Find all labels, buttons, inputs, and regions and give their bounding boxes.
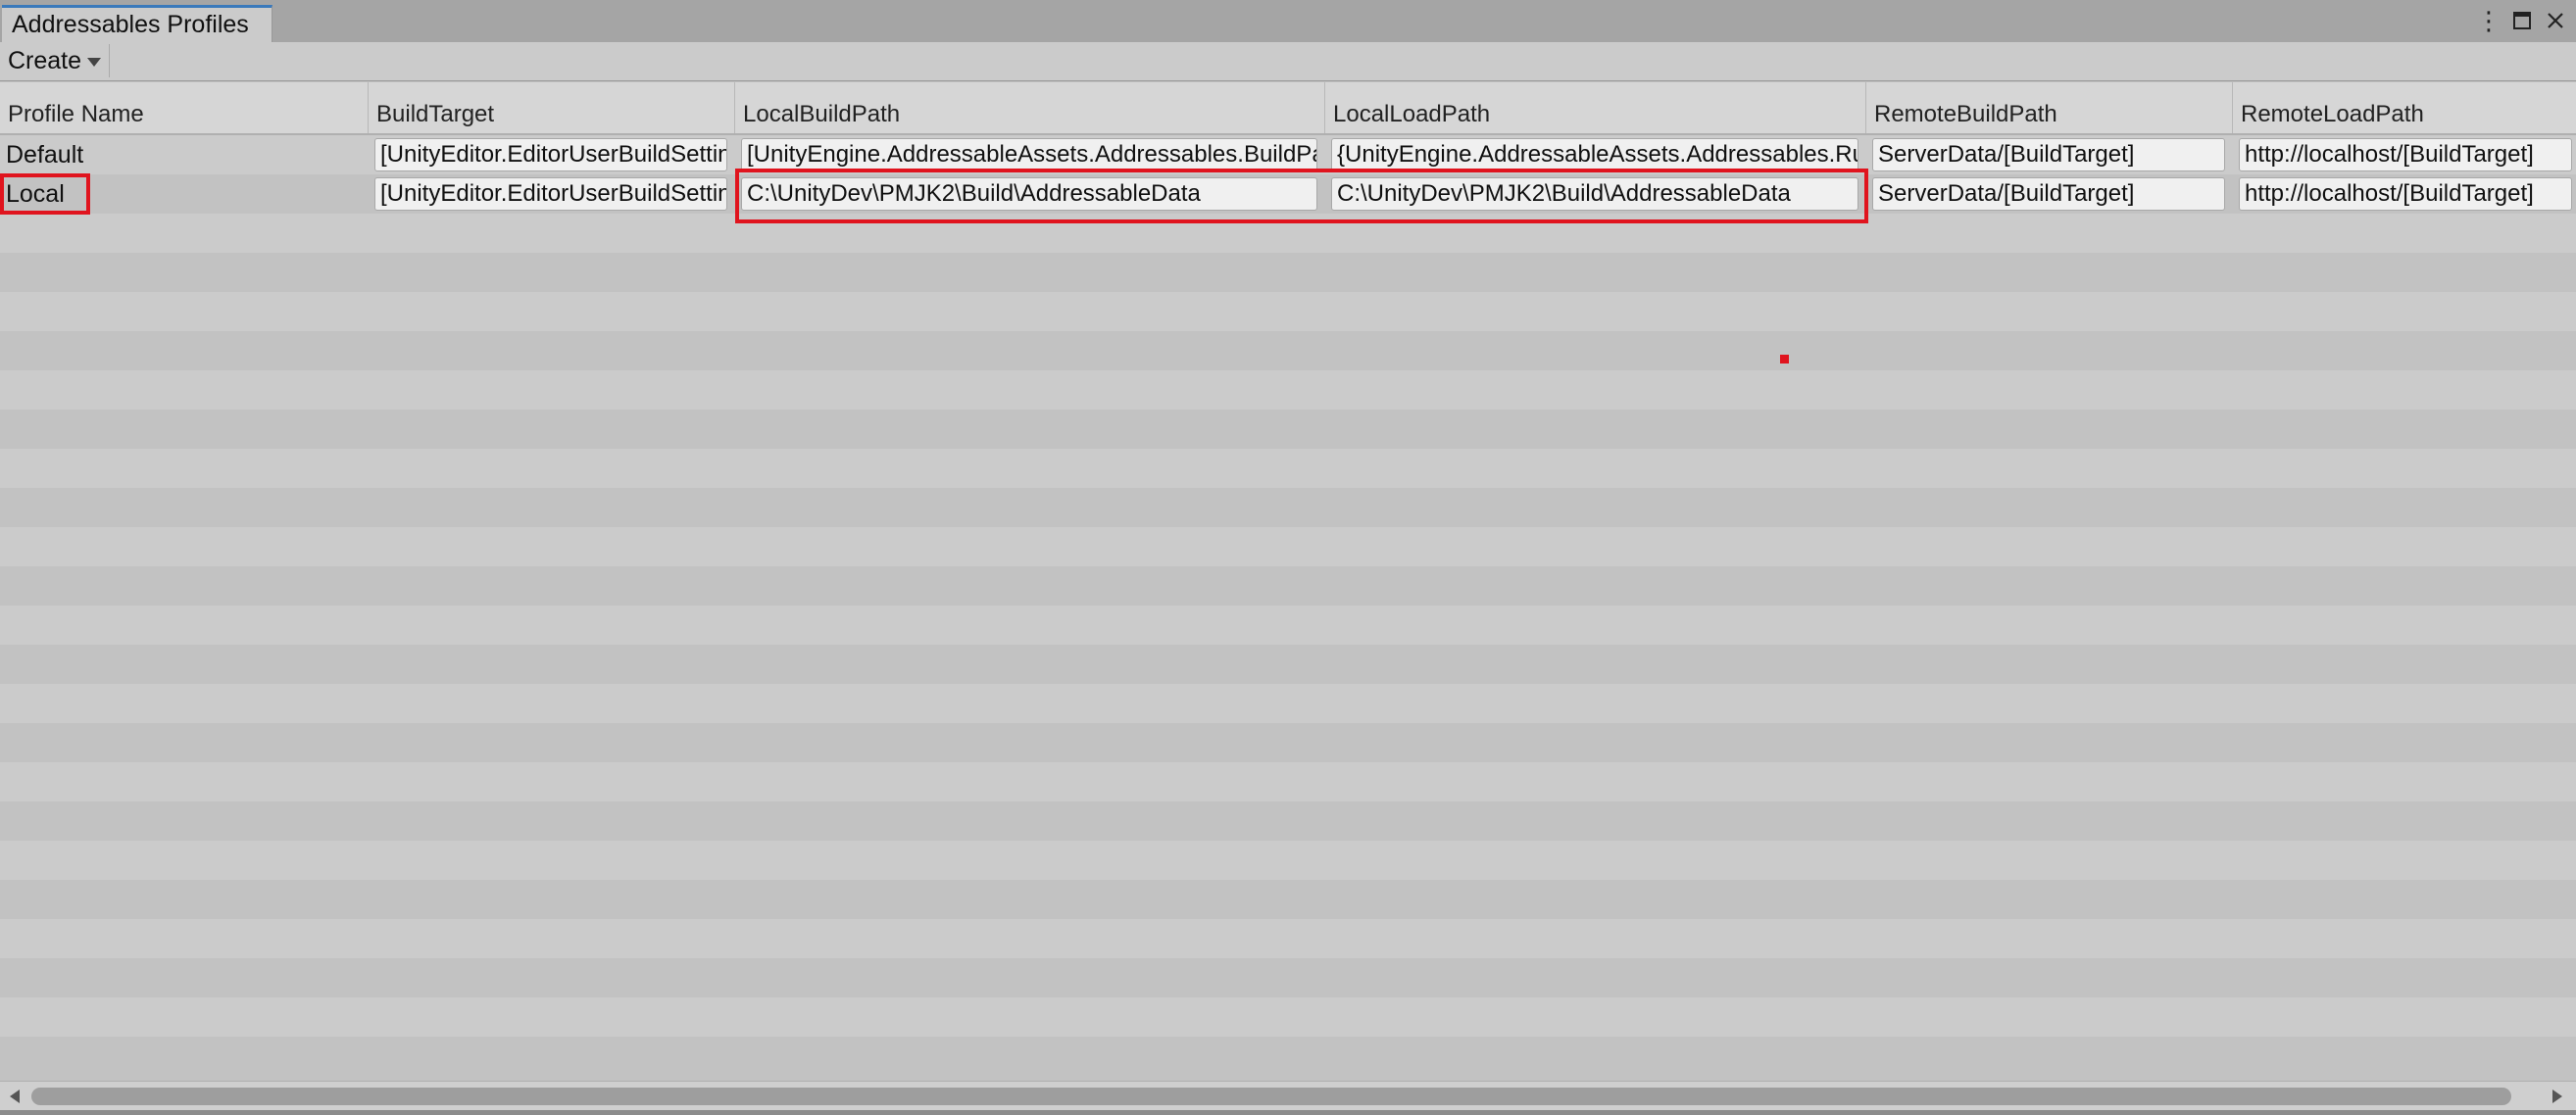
profile-name-default[interactable]: Default	[4, 138, 85, 171]
row-stripe	[0, 880, 2576, 919]
row-stripe	[0, 214, 2576, 253]
maximize-icon[interactable]	[2505, 4, 2539, 37]
column-header-localloadpath[interactable]: LocalLoadPath	[1325, 82, 1866, 133]
row-stripe	[0, 997, 2576, 1037]
horizontal-scrollbar[interactable]	[0, 1081, 2576, 1111]
table-header: Profile Name BuildTarget LocalBuildPath …	[0, 82, 2576, 135]
row-stripe	[0, 1037, 2576, 1076]
row-stripe	[0, 606, 2576, 645]
row-stripe	[0, 292, 2576, 331]
row-stripe	[0, 410, 2576, 449]
row-stripe	[0, 958, 2576, 997]
field-local-remoteloadpath[interactable]: http://localhost/[BuildTarget]	[2239, 177, 2572, 211]
chevron-down-icon	[87, 57, 102, 67]
toolbar: Create	[0, 42, 2576, 81]
addressables-profiles-window: Addressables Profiles ⋮ Create Profile N…	[0, 0, 2576, 1115]
row-stripe	[0, 566, 2576, 606]
row-stripe	[0, 919, 2576, 958]
column-header-remotebuildpath[interactable]: RemoteBuildPath	[1866, 82, 2233, 133]
create-dropdown-button[interactable]: Create	[2, 44, 111, 77]
scrollbar-thumb[interactable]	[31, 1088, 2511, 1105]
table-row-local[interactable]: Local [UnityEditor.EditorUserBuildSettin…	[0, 173, 2576, 215]
create-label: Create	[8, 47, 82, 74]
row-stripe	[0, 762, 2576, 801]
red-marker	[1780, 355, 1789, 364]
field-default-remotebuildpath[interactable]: ServerData/[BuildTarget]	[1872, 138, 2225, 171]
column-header-localbuildpath[interactable]: LocalBuildPath	[735, 82, 1325, 133]
field-default-localbuildpath[interactable]: [UnityEngine.AddressableAssets.Addressab…	[741, 138, 1317, 171]
row-stripe	[0, 645, 2576, 684]
tab-bar: Addressables Profiles ⋮	[0, 0, 2576, 43]
scroll-right-arrow-icon[interactable]	[2552, 1090, 2562, 1103]
row-stripe	[0, 801, 2576, 841]
row-stripe	[0, 723, 2576, 762]
row-stripe	[0, 527, 2576, 566]
tab-addressables-profiles[interactable]: Addressables Profiles	[2, 5, 272, 42]
close-icon[interactable]	[2539, 4, 2572, 37]
row-stripe	[0, 253, 2576, 292]
field-local-buildtarget[interactable]: [UnityEditor.EditorUserBuildSettings.act…	[374, 177, 727, 211]
row-stripe	[0, 841, 2576, 880]
field-default-remoteloadpath[interactable]: http://localhost/[BuildTarget]	[2239, 138, 2572, 171]
table-row-default[interactable]: Default [UnityEditor.EditorUserBuildSett…	[0, 135, 2576, 174]
kebab-menu-icon[interactable]: ⋮	[2472, 4, 2505, 37]
field-default-localloadpath[interactable]: {UnityEngine.AddressableAssets.Addressab…	[1331, 138, 1858, 171]
table-body: Default [UnityEditor.EditorUserBuildSett…	[0, 135, 2576, 1080]
row-stripe	[0, 449, 2576, 488]
column-header-buildtarget[interactable]: BuildTarget	[369, 82, 735, 133]
bottom-border	[0, 1110, 2576, 1115]
column-header-profile-name[interactable]: Profile Name	[0, 82, 369, 133]
field-default-buildtarget[interactable]: [UnityEditor.EditorUserBuildSettings.act…	[374, 138, 727, 171]
field-local-localbuildpath[interactable]: C:\UnityDev\PMJK2\Build\AddressableData	[741, 177, 1317, 211]
field-local-localloadpath[interactable]: C:\UnityDev\PMJK2\Build\AddressableData	[1331, 177, 1858, 211]
column-header-remoteloadpath[interactable]: RemoteLoadPath	[2233, 82, 2576, 133]
field-local-remotebuildpath[interactable]: ServerData/[BuildTarget]	[1872, 177, 2225, 211]
row-stripe	[0, 684, 2576, 723]
profile-name-local[interactable]: Local	[0, 173, 90, 215]
row-stripe	[0, 331, 2576, 370]
scroll-left-arrow-icon[interactable]	[10, 1090, 20, 1103]
row-stripe	[0, 488, 2576, 527]
row-stripe	[0, 370, 2576, 410]
